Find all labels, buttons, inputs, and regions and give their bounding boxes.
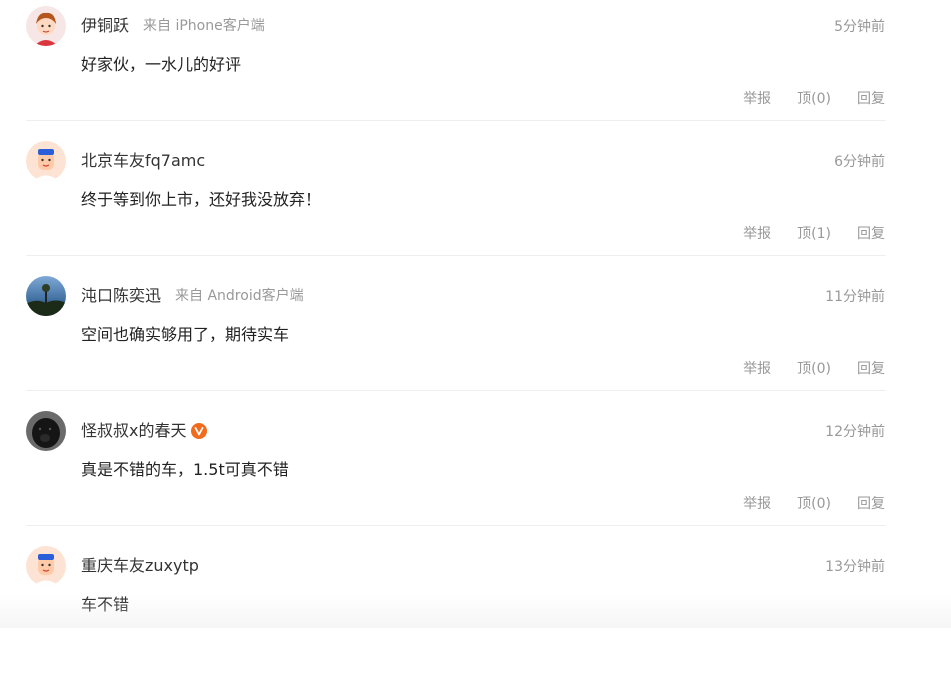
comment-item: 怪叔叔x的春天 12分钟前 真是不错的车，1.5t可真不错 举报 顶(0) 回复 [0,405,951,540]
comment-item: 沌口陈奕迅 来自 Android客户端 11分钟前 空间也确实够用了，期待实车 … [0,270,951,405]
like-button[interactable]: 顶(0) [797,494,831,514]
divider [26,255,886,256]
reply-button[interactable]: 回复 [857,89,885,109]
comment-text: 车不错 [81,595,130,614]
comment-item: 伊铜跃 来自 iPhone客户端 5分钟前 好家伙，一水儿的好评 举报 顶(0)… [0,0,951,135]
reply-button[interactable]: 回复 [857,224,885,244]
comment-author: 伊铜跃 来自 iPhone客户端 [81,15,265,37]
like-button[interactable]: 顶(0) [797,359,831,379]
report-button[interactable]: 举报 [743,89,771,109]
avatar[interactable] [26,276,66,316]
comment-author: 怪叔叔x的春天 [81,420,208,442]
comment-time: 13分钟前 [825,559,885,575]
comment-item: 北京车友fq7amc 6分钟前 终于等到你上市，还好我没放弃！ 举报 顶(1) … [0,135,951,270]
comment-time: 5分钟前 [834,19,885,35]
cartoon-girl-avatar-icon [26,6,66,46]
username[interactable]: 沌口陈奕迅 [81,285,161,307]
comment-item: 重庆车友zuxytp 13分钟前 车不错 [0,540,951,675]
divider [26,525,886,526]
comment-author: 北京车友fq7amc [81,150,205,172]
username[interactable]: 重庆车友zuxytp [81,555,199,577]
reply-button[interactable]: 回复 [857,494,885,514]
username[interactable]: 伊铜跃 [81,15,129,37]
comment-text: 终于等到你上市，还好我没放弃！ [81,190,322,209]
client-source: 来自 Android客户端 [175,288,304,304]
comment-time: 11分钟前 [825,289,885,305]
username[interactable]: 怪叔叔x的春天 [81,420,186,442]
avatar[interactable] [26,141,66,181]
comment-author: 重庆车友zuxytp [81,555,199,577]
client-source: 来自 iPhone客户端 [143,18,265,34]
comment-author: 沌口陈奕迅 来自 Android客户端 [81,285,304,307]
comment-actions: 举报 顶(0) 回复 [743,359,885,379]
report-button[interactable]: 举报 [743,224,771,244]
comment-text: 空间也确实够用了，期待实车 [81,325,290,344]
photo-avatar-icon [26,276,66,316]
like-button[interactable]: 顶(1) [797,224,831,244]
comment-time: 12分钟前 [825,424,885,440]
comment-time: 6分钟前 [834,154,885,170]
avatar[interactable] [26,546,66,586]
divider [26,120,886,121]
default-car-fan-avatar-icon [26,141,66,181]
comment-text: 真是不错的车，1.5t可真不错 [81,460,289,479]
comment-text: 好家伙，一水儿的好评 [81,55,242,74]
avatar[interactable] [26,6,66,46]
verified-v-badge-icon [191,423,208,439]
username[interactable]: 北京车友fq7amc [81,150,205,172]
dark-photo-avatar-icon [26,411,66,451]
default-car-fan-avatar-icon [26,546,66,586]
divider [26,390,886,391]
comment-actions: 举报 顶(1) 回复 [743,224,885,244]
comment-list: 伊铜跃 来自 iPhone客户端 5分钟前 好家伙，一水儿的好评 举报 顶(0)… [0,0,951,675]
comment-actions: 举报 顶(0) 回复 [743,89,885,109]
avatar[interactable] [26,411,66,451]
report-button[interactable]: 举报 [743,494,771,514]
comment-actions: 举报 顶(0) 回复 [743,494,885,514]
reply-button[interactable]: 回复 [857,359,885,379]
like-button[interactable]: 顶(0) [797,89,831,109]
report-button[interactable]: 举报 [743,359,771,379]
